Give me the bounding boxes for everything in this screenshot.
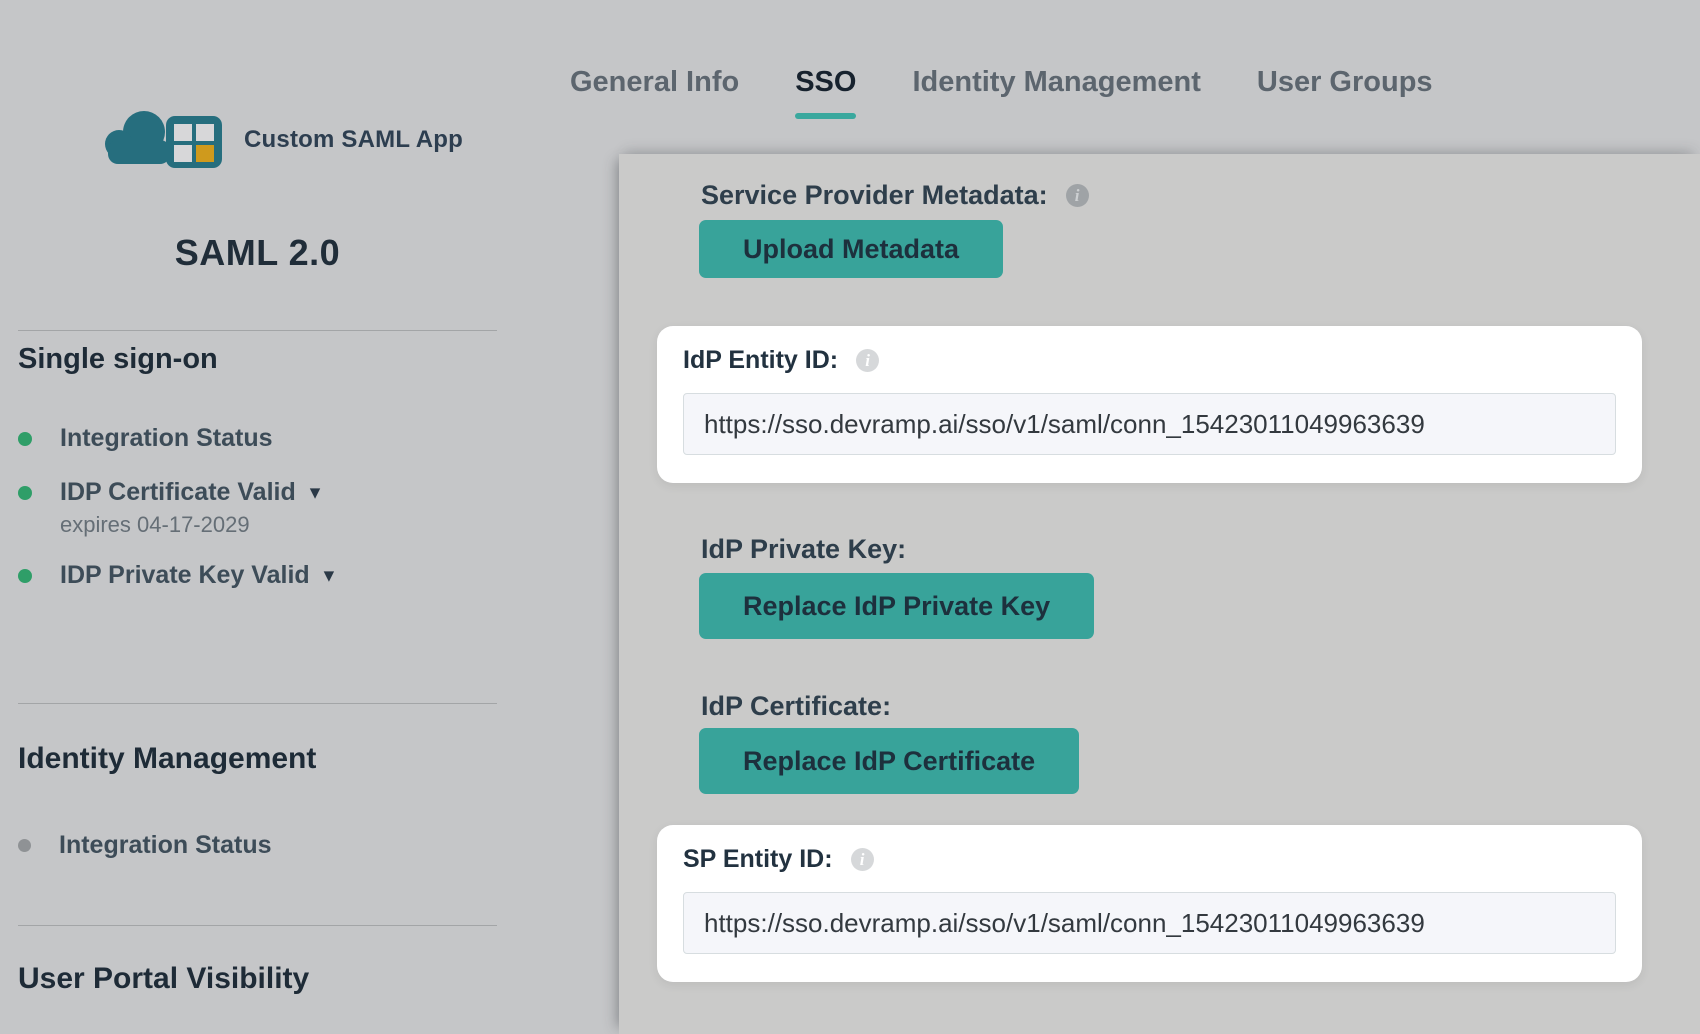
status-green-dot-icon [18, 569, 32, 583]
sidebar: Custom SAML App SAML 2.0 Single sign-on … [0, 0, 619, 1034]
status-green-dot-icon [18, 486, 32, 500]
caret-down-icon[interactable]: ▾ [310, 482, 321, 503]
status-item-idp-certificate-valid[interactable]: IDP Certificate Valid ▾ [18, 478, 320, 507]
status-green-dot-icon [18, 432, 32, 446]
info-icon[interactable]: i [856, 349, 879, 372]
status-gray-dot-icon [18, 839, 31, 852]
custom-saml-app-icon [104, 106, 230, 173]
replace-idp-private-key-button[interactable]: Replace IdP Private Key [699, 573, 1094, 639]
idp-entity-id-card: IdP Entity ID: i [657, 326, 1642, 483]
caret-down-icon[interactable]: ▾ [324, 565, 335, 586]
info-icon[interactable]: i [851, 848, 874, 871]
sidebar-divider [18, 925, 497, 926]
tab-user-groups[interactable]: User Groups [1257, 66, 1433, 99]
idp-entity-id-input[interactable] [683, 393, 1616, 455]
sidebar-title: SAML 2.0 [0, 232, 515, 274]
status-item-idp-private-key-valid[interactable]: IDP Private Key Valid ▾ [18, 561, 334, 590]
section-heading-user-portal-visibility: User Portal Visibility [18, 962, 309, 996]
idp-entity-id-label: IdP Entity ID: i [683, 346, 1616, 375]
sidebar-divider [18, 330, 497, 331]
sp-entity-id-label: SP Entity ID: i [683, 845, 1616, 874]
certificate-expiry-note: expires 04-17-2029 [60, 512, 250, 538]
sp-entity-id-card: SP Entity ID: i [657, 825, 1642, 982]
app-logo: Custom SAML App [104, 106, 463, 173]
service-provider-metadata-label: Service Provider Metadata: i [701, 180, 1089, 211]
sso-settings-panel: Service Provider Metadata: i Upload Meta… [619, 154, 1700, 1034]
app-logo-label: Custom SAML App [244, 126, 463, 154]
idp-private-key-label: IdP Private Key: [701, 534, 906, 565]
tab-sso[interactable]: SSO [795, 66, 856, 119]
status-item-sso-integration-status: Integration Status [18, 424, 273, 453]
tab-general-info[interactable]: General Info [570, 66, 739, 99]
info-icon[interactable]: i [1066, 184, 1089, 207]
replace-idp-certificate-button[interactable]: Replace IdP Certificate [699, 728, 1079, 794]
tab-identity-management[interactable]: Identity Management [912, 66, 1200, 99]
tab-bar: General Info SSO Identity Management Use… [570, 66, 1433, 119]
sidebar-divider [18, 703, 497, 704]
section-heading-single-sign-on: Single sign-on [18, 343, 218, 376]
idp-certificate-label: IdP Certificate: [701, 691, 891, 722]
sp-entity-id-input[interactable] [683, 892, 1616, 954]
section-heading-identity-management: Identity Management [18, 742, 316, 776]
status-item-idm-integration-status: Integration Status [18, 831, 272, 860]
upload-metadata-button[interactable]: Upload Metadata [699, 220, 1003, 278]
